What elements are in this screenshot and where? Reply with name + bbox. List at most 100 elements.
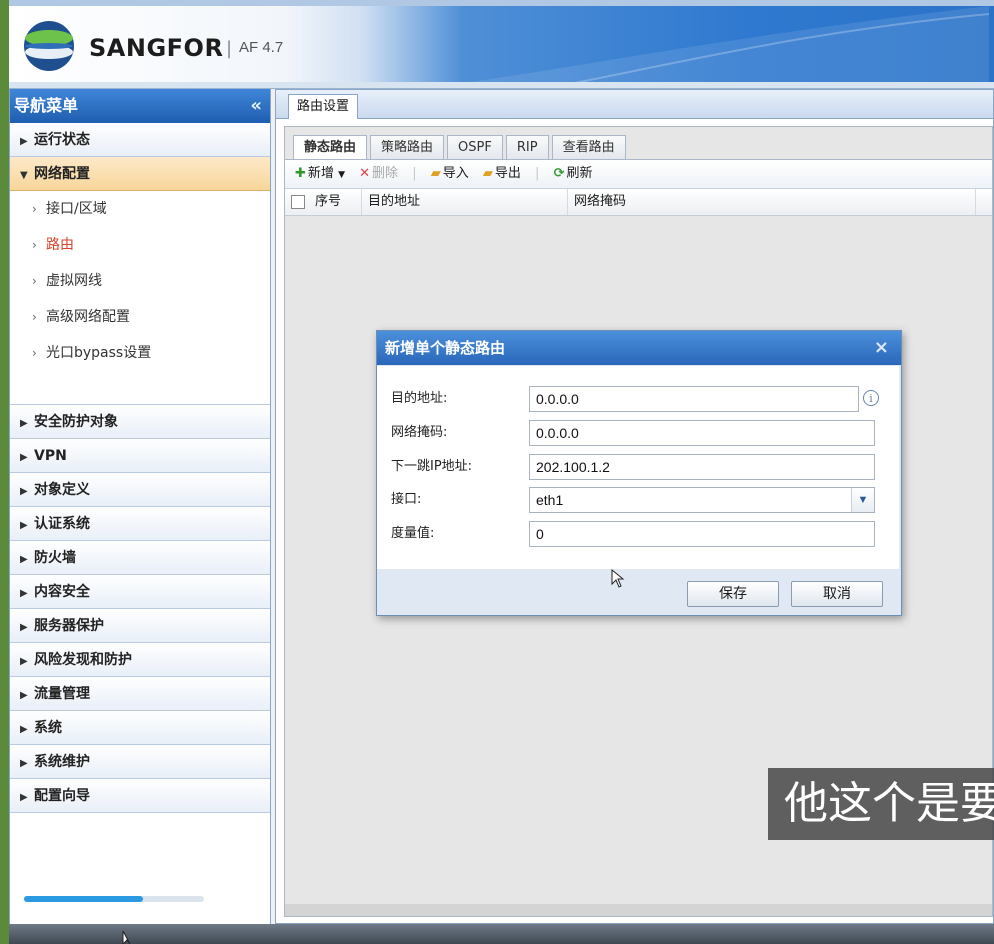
nav-item-label: VPN	[34, 448, 67, 464]
nav-item-system-maintenance[interactable]: ▶ 系统维护	[10, 745, 270, 779]
nav-sub-label: 路由	[46, 237, 74, 253]
nav-item-label: 流量管理	[34, 686, 90, 702]
column-netmask[interactable]: 网络掩码	[567, 189, 626, 215]
nav-sub-virtual-wire[interactable]: › 虚拟网线	[10, 263, 270, 299]
export-button[interactable]: ▰ 导出	[483, 160, 521, 188]
nav-item-security-objects[interactable]: ▶ 安全防护对象	[10, 405, 270, 439]
expand-triangle-icon: ▶	[20, 554, 28, 565]
nav-sub-route[interactable]: › 路由	[10, 227, 270, 263]
nav-item-risk-discovery[interactable]: ▶ 风险发现和防护	[10, 643, 270, 677]
subtab-rip[interactable]: RIP	[505, 135, 549, 159]
route-toolbar: ✚ 新增 ▼ ✕ 删除 | ▰ 导入 ▰ 导出 | ⟳ 刷新	[285, 159, 992, 189]
nav-sub-label: 高级网络配置	[46, 309, 130, 325]
product-version: AF 4.7	[239, 39, 284, 56]
destination-label: 目的地址:	[391, 391, 448, 406]
interface-select[interactable]: eth1 ▼	[529, 487, 875, 513]
add-button[interactable]: ✚ 新增 ▼	[295, 160, 345, 189]
column-index[interactable]: 序号	[315, 189, 341, 215]
field-row-interface: 接口: eth1 ▼	[391, 487, 891, 513]
subtab-static-route[interactable]: 静态路由	[293, 135, 368, 160]
nav-item-running-status[interactable]: ▶ 运行状态	[10, 123, 270, 157]
dialog-body: 目的地址: 0.0.0.0 i 网络掩码: 0.0.0.0 下一跳IP地址: 2…	[377, 366, 899, 569]
refresh-button[interactable]: ⟳ 刷新	[554, 160, 593, 188]
expand-triangle-icon: ▶	[20, 724, 28, 735]
expand-triangle-icon: ▶	[20, 792, 28, 803]
nav-item-label: 配置向导	[34, 788, 90, 804]
subtab-policy-route[interactable]: 策略路由	[370, 135, 445, 159]
close-icon[interactable]: ×	[874, 331, 889, 365]
nav-item-firewall[interactable]: ▶ 防火墙	[10, 541, 270, 575]
column-destination[interactable]: 目的地址	[361, 189, 420, 215]
delete-x-icon: ✕	[359, 166, 371, 181]
toolbar-separator: |	[412, 166, 417, 181]
delete-label: 删除	[372, 166, 399, 181]
subtab-view-route[interactable]: 查看路由	[551, 135, 626, 159]
next-hop-label: 下一跳IP地址:	[391, 459, 473, 474]
chevron-right-icon: ›	[32, 238, 37, 252]
nav-sub-label: 光口bypass设置	[46, 345, 152, 361]
sidebar-scrollbar[interactable]	[24, 896, 204, 902]
expand-triangle-icon: ▶	[20, 418, 28, 429]
next-hop-input[interactable]: 202.100.1.2	[529, 454, 875, 480]
sidebar-scrollbar-thumb[interactable]	[24, 896, 143, 902]
interface-value: eth1	[536, 492, 564, 508]
app-frame: SANGFOR | AF 4.7 导航菜单 « ▶ 运行状态 ▼ 网络配置 › 接口/…	[9, 0, 994, 944]
nav-item-network-config[interactable]: ▼ 网络配置	[10, 157, 270, 191]
nav-item-label: 对象定义	[34, 482, 90, 498]
brand-separator: |	[226, 38, 233, 59]
app-header: SANGFOR | AF 4.7	[9, 0, 994, 88]
dialog-title: 新增单个静态路由	[385, 339, 506, 357]
destination-input[interactable]: 0.0.0.0	[529, 386, 859, 412]
expand-triangle-icon: ▶	[20, 486, 28, 497]
chevron-right-icon: ›	[32, 274, 37, 288]
brand-name: SANGFOR	[89, 34, 224, 62]
nav-item-server-protection[interactable]: ▶ 服务器保护	[10, 609, 270, 643]
expand-triangle-icon: ▶	[20, 520, 28, 531]
nav-item-object-definition[interactable]: ▶ 对象定义	[10, 473, 270, 507]
field-row-metric: 度量值: 0	[391, 521, 891, 547]
import-button[interactable]: ▰ 导入	[431, 160, 469, 188]
collapse-triangle-icon: ▼	[20, 170, 28, 181]
field-row-next-hop: 下一跳IP地址: 202.100.1.2	[391, 454, 891, 480]
collapse-sidebar-icon[interactable]: «	[250, 89, 262, 123]
header-divider	[9, 82, 994, 89]
dialog-footer: 保存 取消	[377, 569, 899, 615]
info-icon[interactable]: i	[863, 390, 879, 406]
delete-button[interactable]: ✕ 删除	[359, 160, 398, 188]
add-static-route-dialog: 新增单个静态路由 × 目的地址: 0.0.0.0 i 网络掩码: 0.0.0.0…	[376, 330, 902, 616]
expand-triangle-icon: ▶	[20, 690, 28, 701]
nav-item-label: 服务器保护	[34, 618, 104, 634]
grid-horizontal-scrollbar[interactable]	[285, 904, 992, 916]
expand-triangle-icon: ▶	[20, 588, 28, 599]
dialog-titlebar[interactable]: 新增单个静态路由 ×	[377, 331, 901, 365]
export-label: 导出	[494, 166, 521, 181]
nav-item-traffic-management[interactable]: ▶ 流量管理	[10, 677, 270, 711]
nav-item-content-security[interactable]: ▶ 内容安全	[10, 575, 270, 609]
chevron-right-icon: ›	[32, 310, 37, 324]
route-subtabs: 静态路由 策略路由 OSPF RIP 查看路由	[293, 135, 629, 160]
import-label: 导入	[442, 166, 469, 181]
save-button[interactable]: 保存	[687, 581, 779, 607]
chevron-down-icon[interactable]: ▼	[851, 488, 874, 512]
subtab-ospf[interactable]: OSPF	[447, 135, 503, 159]
nav-item-system[interactable]: ▶ 系统	[10, 711, 270, 745]
nav-item-auth-system[interactable]: ▶ 认证系统	[10, 507, 270, 541]
select-all-checkbox[interactable]	[291, 195, 305, 209]
import-folder-icon: ▰	[430, 166, 441, 181]
nav-sub-advanced-network[interactable]: › 高级网络配置	[10, 299, 270, 335]
cancel-button[interactable]: 取消	[791, 581, 883, 607]
toolbar-separator: |	[535, 166, 540, 181]
nav-item-vpn[interactable]: ▶ VPN	[10, 439, 270, 473]
nav-item-label: 内容安全	[34, 584, 90, 600]
netmask-input[interactable]: 0.0.0.0	[529, 420, 875, 446]
nav-item-config-wizard[interactable]: ▶ 配置向导	[10, 779, 270, 813]
column-next[interactable]	[975, 189, 994, 215]
nav-item-label: 网络配置	[34, 166, 90, 182]
route-grid-header: 序号 目的地址 网络掩码	[285, 189, 992, 216]
nav-menu-title-label: 导航菜单	[14, 96, 79, 115]
nav-sub-optical-bypass[interactable]: › 光口bypass设置	[10, 335, 270, 371]
metric-input[interactable]: 0	[529, 521, 875, 547]
nav-sub-interface-zone[interactable]: › 接口/区域	[10, 191, 270, 227]
refresh-label: 刷新	[566, 166, 593, 181]
tab-route-settings[interactable]: 路由设置	[288, 94, 359, 119]
